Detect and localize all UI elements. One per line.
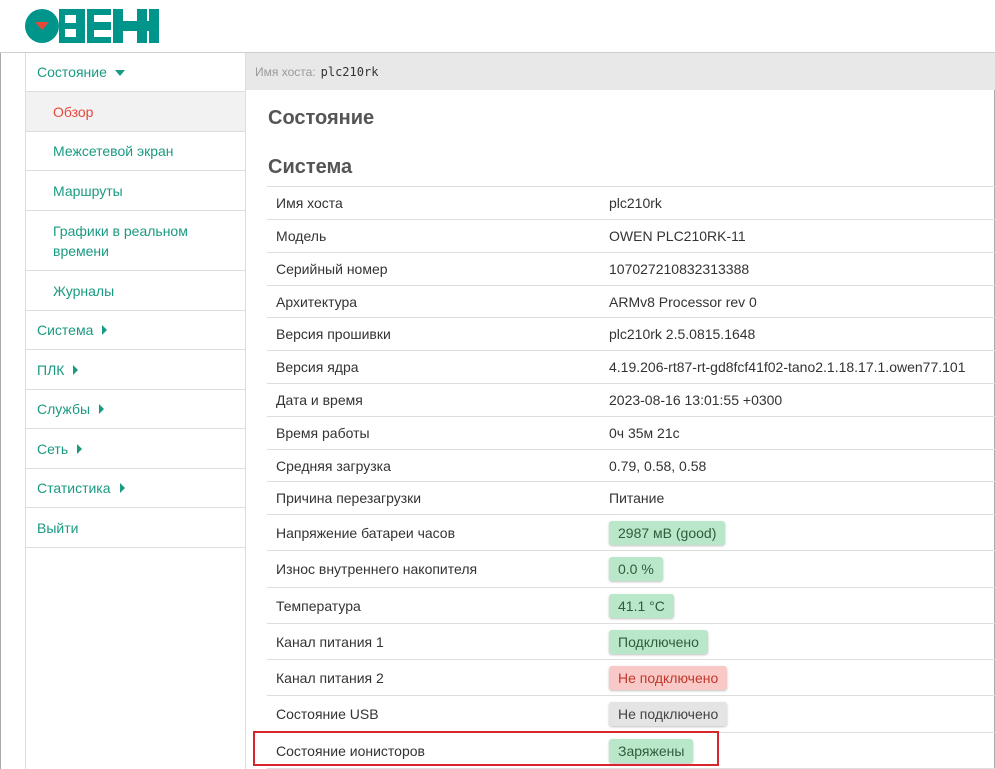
sidebar-item-statistics[interactable]: Статистика — [26, 469, 245, 508]
sidebar-item-label: Межсетевой экран — [53, 143, 174, 159]
sidebar-item-status[interactable]: Состояние — [26, 53, 245, 92]
table-row: Состояние USB Не подключено — [267, 696, 995, 733]
table-row: Напряжение батареи часов 2987 мВ (good) — [267, 515, 995, 551]
row-name: Версия прошивки — [276, 326, 391, 342]
row-value: 4.19.206-rt87-rt-gd8fcf41f02-tano2.1.18.… — [609, 359, 966, 375]
table-row: Архитектура ARMv8 Processor rev 0 — [267, 286, 995, 318]
row-name: Версия ядра — [276, 359, 359, 375]
table-row: Средняя загрузка 0.79, 0.58, 0.58 — [267, 450, 995, 482]
row-name: Канал питания 2 — [276, 669, 384, 686]
row-name: Канал питания 1 — [276, 633, 384, 650]
sidebar-item-network[interactable]: Сеть — [26, 429, 245, 469]
row-value: plc210rk — [609, 195, 662, 211]
row-name: Причина перезагрузки — [276, 490, 422, 506]
row-value: OWEN PLC210RK-11 — [609, 228, 746, 244]
table-row: Версия прошивки plc210rk 2.5.0815.1648 — [267, 318, 995, 351]
sidebar-item-label: Службы — [37, 401, 91, 417]
row-value: ARMv8 Processor rev 0 — [609, 293, 757, 310]
table-row: Версия ядра 4.19.206-rt87-rt-gd8fcf41f02… — [267, 351, 995, 384]
row-name: Температура — [276, 597, 361, 614]
status-badge: Не подключено — [609, 702, 728, 726]
sidebar-item-label: Выйти — [37, 519, 79, 536]
table-row: Время работы 0ч 35м 21с — [267, 417, 995, 450]
caret-right-icon — [73, 364, 79, 375]
caret-right-icon — [102, 325, 108, 335]
row-value: 2023-08-16 13:01:55 +0300 — [609, 392, 783, 408]
row-value: 107027210832313388 — [609, 261, 750, 277]
row-value: 0.79, 0.58, 0.58 — [609, 457, 707, 474]
highlight-frame — [253, 731, 719, 766]
header — [0, 0, 995, 53]
system-info-table: Имя хоста plc210rk Модель OWEN PLC210RK-… — [267, 186, 995, 769]
sidebar-item-logout[interactable]: Выйти — [26, 508, 245, 548]
sidebar-item-label: Система — [37, 322, 94, 338]
table-row: Канал питания 2 Не подключено — [267, 660, 995, 696]
sidebar-item-routes[interactable]: Маршруты — [26, 171, 245, 211]
table-row: Дата и время 2023-08-16 13:01:55 +0300 — [267, 384, 995, 417]
caret-right-icon — [119, 483, 125, 493]
row-name: Напряжение батареи часов — [276, 524, 456, 541]
table-row: Модель OWEN PLC210RK-11 — [267, 220, 995, 253]
sidebar-item-plc[interactable]: ПЛК — [26, 350, 245, 390]
caret-right-icon — [99, 404, 105, 414]
status-badge: Подключено — [609, 629, 708, 654]
sidebar-item-label: Маршруты — [53, 182, 123, 199]
page-title: Состояние — [268, 107, 375, 129]
status-badge: Не подключено — [609, 665, 728, 690]
row-name: Имя хоста — [276, 195, 343, 211]
sidebar-item-overview[interactable]: Обзор — [26, 92, 245, 132]
row-name: Состояние USB — [276, 706, 379, 722]
table-row: Температура 41.1 °C — [267, 588, 995, 624]
row-name: Средняя загрузка — [276, 457, 391, 474]
sidebar-item-label: Графики в реальном времени — [53, 222, 188, 259]
row-name: Серийный номер — [276, 261, 388, 277]
hostname-bar: Имя хоста: plc210rk — [246, 53, 995, 90]
sidebar-item-label: Состояние — [37, 64, 107, 80]
caret-down-icon — [114, 69, 125, 76]
section-title: Система — [268, 156, 353, 178]
status-badge: 2987 мВ (good) — [609, 520, 726, 545]
row-value: plc210rk 2.5.0815.1648 — [609, 326, 756, 342]
sidebar-item-system[interactable]: Система — [26, 311, 245, 350]
sidebar-item-label: Сеть — [37, 440, 69, 457]
row-name: Архитектура — [276, 293, 358, 310]
sidebar-item-services[interactable]: Службы — [26, 390, 245, 429]
row-name: Время работы — [276, 425, 370, 441]
table-row: Серийный номер 107027210832313388 — [267, 253, 995, 286]
sidebar-item-label: Журналы — [53, 282, 115, 299]
table-row: Имя хоста plc210rk — [267, 187, 995, 220]
table-row: Износ внутреннего накопителя 0.0 % — [267, 551, 995, 588]
row-name: Модель — [276, 228, 327, 244]
caret-right-icon — [77, 443, 83, 454]
row-name: Дата и время — [276, 392, 363, 408]
row-value: Питание — [609, 490, 665, 506]
status-badge: 0.0 % — [609, 557, 663, 581]
table-row: Причина перезагрузки Питание — [267, 482, 995, 515]
sidebar-item-realtime-graphs[interactable]: Графики в реальном времени — [26, 211, 245, 271]
row-name: Износ внутреннего накопителя — [276, 561, 478, 577]
sidebar-item-label: ПЛК — [37, 361, 65, 378]
sidebar-item-label: Статистика — [37, 480, 111, 496]
sidebar-item-label: Обзор — [53, 103, 94, 120]
table-row: Канал питания 1 Подключено — [267, 624, 995, 660]
sidebar-item-firewall[interactable]: Межсетевой экран — [26, 132, 245, 171]
sidebar: Состояние Обзор Межсетевой экран Маршрут… — [25, 53, 246, 769]
hostname-value: plc210rk — [320, 64, 379, 79]
sidebar-item-logs[interactable]: Журналы — [26, 271, 245, 311]
row-value: 0ч 35м 21с — [609, 425, 680, 441]
status-badge: 41.1 °C — [609, 593, 674, 618]
hostname-label: Имя хоста: — [255, 64, 316, 79]
owen-logo[interactable] — [25, 9, 159, 43]
